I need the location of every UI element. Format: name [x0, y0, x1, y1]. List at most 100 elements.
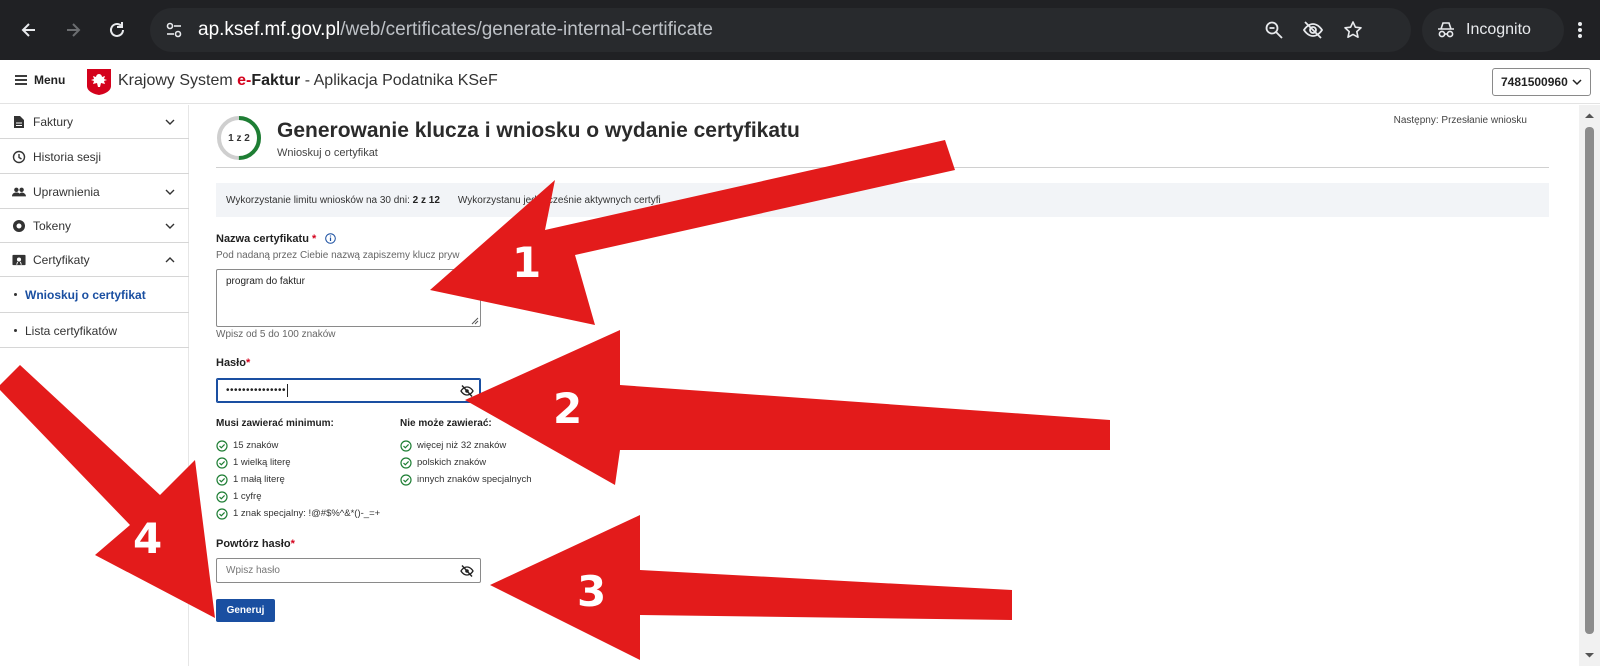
eye-off-icon[interactable]	[1301, 18, 1325, 42]
app-header: Menu Krajowy System e-Faktur - Aplikacja…	[0, 60, 1600, 104]
rule-item: 1 cyfrę	[216, 488, 380, 505]
reload-icon[interactable]	[101, 14, 133, 46]
rule-item: więcej niż 32 znaków	[400, 437, 532, 454]
address-bar[interactable]: ap.ksef.mf.gov.pl/web/certificates/gener…	[150, 8, 1411, 52]
chevron-up-icon	[165, 257, 175, 263]
repeat-password-input[interactable]: Wpisz hasło	[216, 558, 481, 583]
annotation-number-1: 1	[512, 238, 542, 287]
generate-button[interactable]: Generuj	[216, 599, 275, 622]
certificate-icon	[12, 253, 26, 267]
nip-selector[interactable]: 7481500960	[1492, 68, 1591, 96]
resize-handle-icon[interactable]	[470, 316, 479, 325]
must-not-title: Nie może zawierać:	[400, 418, 492, 429]
check-circle-icon	[216, 507, 228, 520]
sidebar-item-uprawnienia[interactable]: Uprawnienia	[0, 175, 189, 209]
url-text: ap.ksef.mf.gov.pl/web/certificates/gener…	[198, 19, 714, 40]
site-settings-icon[interactable]	[162, 18, 186, 42]
annotation-number-4: 4	[133, 514, 163, 563]
sidebar-item-tokeny[interactable]: Tokeny	[0, 209, 189, 243]
annotation-number-3: 3	[577, 567, 607, 616]
sidebar-item-label: Lista certyfikatów	[25, 323, 118, 338]
cert-name-length-hint: Wpisz od 5 do 100 znaków	[216, 329, 336, 340]
check-circle-icon	[216, 456, 228, 469]
check-circle-icon	[216, 490, 228, 503]
info-icon[interactable]	[325, 233, 337, 244]
rule-item: 1 małą literę	[216, 471, 380, 488]
must-contain-list: Musi zawierać minimum: 15 znaków 1 wielk…	[216, 418, 380, 522]
chevron-down-icon	[165, 223, 175, 229]
sidebar-item-label: Faktury	[33, 114, 74, 129]
check-circle-icon	[216, 439, 228, 452]
rule-item: innych znaków specjalnych	[400, 471, 532, 488]
divider	[216, 167, 1549, 168]
hamburger-icon	[15, 75, 27, 85]
rule-item: 15 znaków	[216, 437, 380, 454]
sidebar-item-certyfikaty[interactable]: Certyfikaty	[0, 243, 189, 277]
step-counter: 1 z 2	[228, 132, 250, 144]
rule-item: 1 znak specjalny: !@#$%^&*()-_=+	[216, 505, 380, 522]
sidebar-subitem-lista-certyfikatow[interactable]: Lista certyfikatów	[0, 314, 189, 348]
sidebar-item-label: Uprawnienia	[33, 184, 100, 199]
limit-monthly: Wykorzystanie limitu wniosków na 30 dni:…	[226, 194, 440, 206]
back-icon[interactable]	[13, 14, 45, 46]
sidebar: Faktury Historia sesji Uprawnienia Token…	[0, 105, 189, 666]
incognito-icon	[1438, 22, 1454, 38]
cert-name-label: Nazwa certyfikatu *	[216, 233, 337, 245]
sidebar-subitem-wnioskuj[interactable]: Wnioskuj o certyfikat	[0, 277, 189, 313]
annotation-number-2: 2	[553, 384, 583, 433]
cert-name-value: program do faktur	[226, 276, 305, 287]
eye-off-icon[interactable]	[460, 564, 474, 578]
password-value: •••••••••••••••	[226, 385, 287, 396]
rule-item: 1 wielką literę	[216, 454, 380, 471]
scrollbar-thumb[interactable]	[1585, 127, 1594, 634]
token-icon	[12, 219, 26, 233]
bullet-icon	[14, 293, 17, 296]
next-step-label: Następny: Przesłanie wniosku	[1393, 115, 1527, 126]
rule-item: polskich znaków	[400, 454, 532, 471]
cert-name-hint: Pod nadaną przez Ciebie nazwą zapiszemy …	[216, 250, 460, 261]
zoom-icon[interactable]	[1262, 18, 1286, 42]
page-subtitle: Wnioskuj o certyfikat	[277, 147, 378, 159]
browser-menu-icon[interactable]	[1568, 14, 1592, 46]
sidebar-item-historia-sesji[interactable]: Historia sesji	[0, 140, 189, 174]
scroll-down-icon[interactable]	[1579, 648, 1600, 662]
eye-off-icon[interactable]	[460, 384, 474, 398]
forward-icon[interactable]	[57, 14, 89, 46]
sidebar-item-faktury[interactable]: Faktury	[0, 105, 189, 139]
check-circle-icon	[400, 456, 412, 469]
password-label: Hasło*	[216, 357, 251, 369]
check-circle-icon	[400, 439, 412, 452]
chevron-down-icon	[165, 119, 175, 125]
password-input[interactable]: •••••••••••••••	[216, 378, 481, 403]
check-circle-icon	[216, 473, 228, 486]
page-title: Generowanie klucza i wniosku o wydanie c…	[277, 119, 800, 142]
sidebar-item-label: Wnioskuj o certyfikat	[25, 287, 146, 302]
repeat-password-placeholder: Wpisz hasło	[226, 565, 280, 576]
chevron-down-icon	[1572, 79, 1582, 86]
must-contain-title: Musi zawierać minimum:	[216, 418, 334, 429]
cert-name-input[interactable]: program do faktur	[216, 269, 481, 327]
document-icon	[12, 115, 26, 129]
nip-value: 7481500960	[1501, 75, 1568, 89]
sidebar-item-label: Historia sesji	[33, 149, 102, 164]
clock-icon	[12, 150, 26, 164]
page-scrollbar[interactable]	[1579, 105, 1600, 666]
repeat-password-label: Powtórz hasło*	[216, 538, 295, 550]
browser-toolbar: ap.ksef.mf.gov.pl/web/certificates/gener…	[0, 0, 1600, 60]
scroll-up-icon[interactable]	[1579, 109, 1600, 123]
people-icon	[12, 185, 26, 199]
limit-active: Wykorzystanu jednocześnie aktywnych cert…	[457, 194, 661, 206]
text-cursor	[287, 384, 289, 397]
must-not-contain-list: Nie może zawierać: więcej niż 32 znaków …	[400, 418, 532, 488]
check-circle-icon	[400, 473, 412, 486]
sidebar-item-label: Certyfikaty	[33, 252, 90, 267]
menu-button[interactable]: Menu	[14, 73, 65, 87]
emblem-logo-icon	[86, 68, 112, 96]
incognito-label: Incognito	[1466, 21, 1531, 38]
limits-panel: Wykorzystanie limitu wniosków na 30 dni:…	[216, 183, 1549, 217]
incognito-badge[interactable]: Incognito	[1422, 8, 1564, 52]
menu-label: Menu	[34, 73, 66, 87]
bullet-icon	[14, 329, 17, 332]
main-content: 1 z 2 Generowanie klucza i wniosku o wyd…	[189, 105, 1579, 666]
star-icon[interactable]	[1341, 18, 1365, 42]
